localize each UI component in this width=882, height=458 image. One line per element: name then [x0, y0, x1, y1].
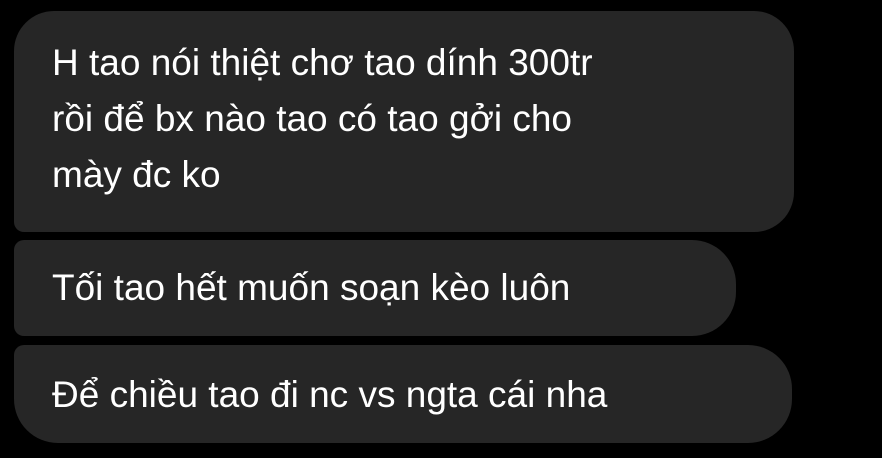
message-text: rồi để bx nào tao có tao gởi cho: [52, 98, 572, 139]
message-bubble[interactable]: H tao nói thiệt chơ tao dính 300tr rồi đ…: [14, 11, 794, 232]
message-bubble[interactable]: Để chiều tao đi nc vs ngta cái nha: [14, 345, 792, 443]
message-text: Để chiều tao đi nc vs ngta cái nha: [52, 374, 608, 415]
message-text: H tao nói thiệt chơ tao dính 300tr: [52, 42, 593, 83]
message-text: Tối tao hết muốn soạn kèo luôn: [52, 267, 571, 308]
message-bubble[interactable]: Tối tao hết muốn soạn kèo luôn: [14, 240, 736, 336]
message-thread: H tao nói thiệt chơ tao dính 300tr rồi đ…: [0, 0, 882, 458]
message-text: mày đc ko: [52, 154, 221, 195]
